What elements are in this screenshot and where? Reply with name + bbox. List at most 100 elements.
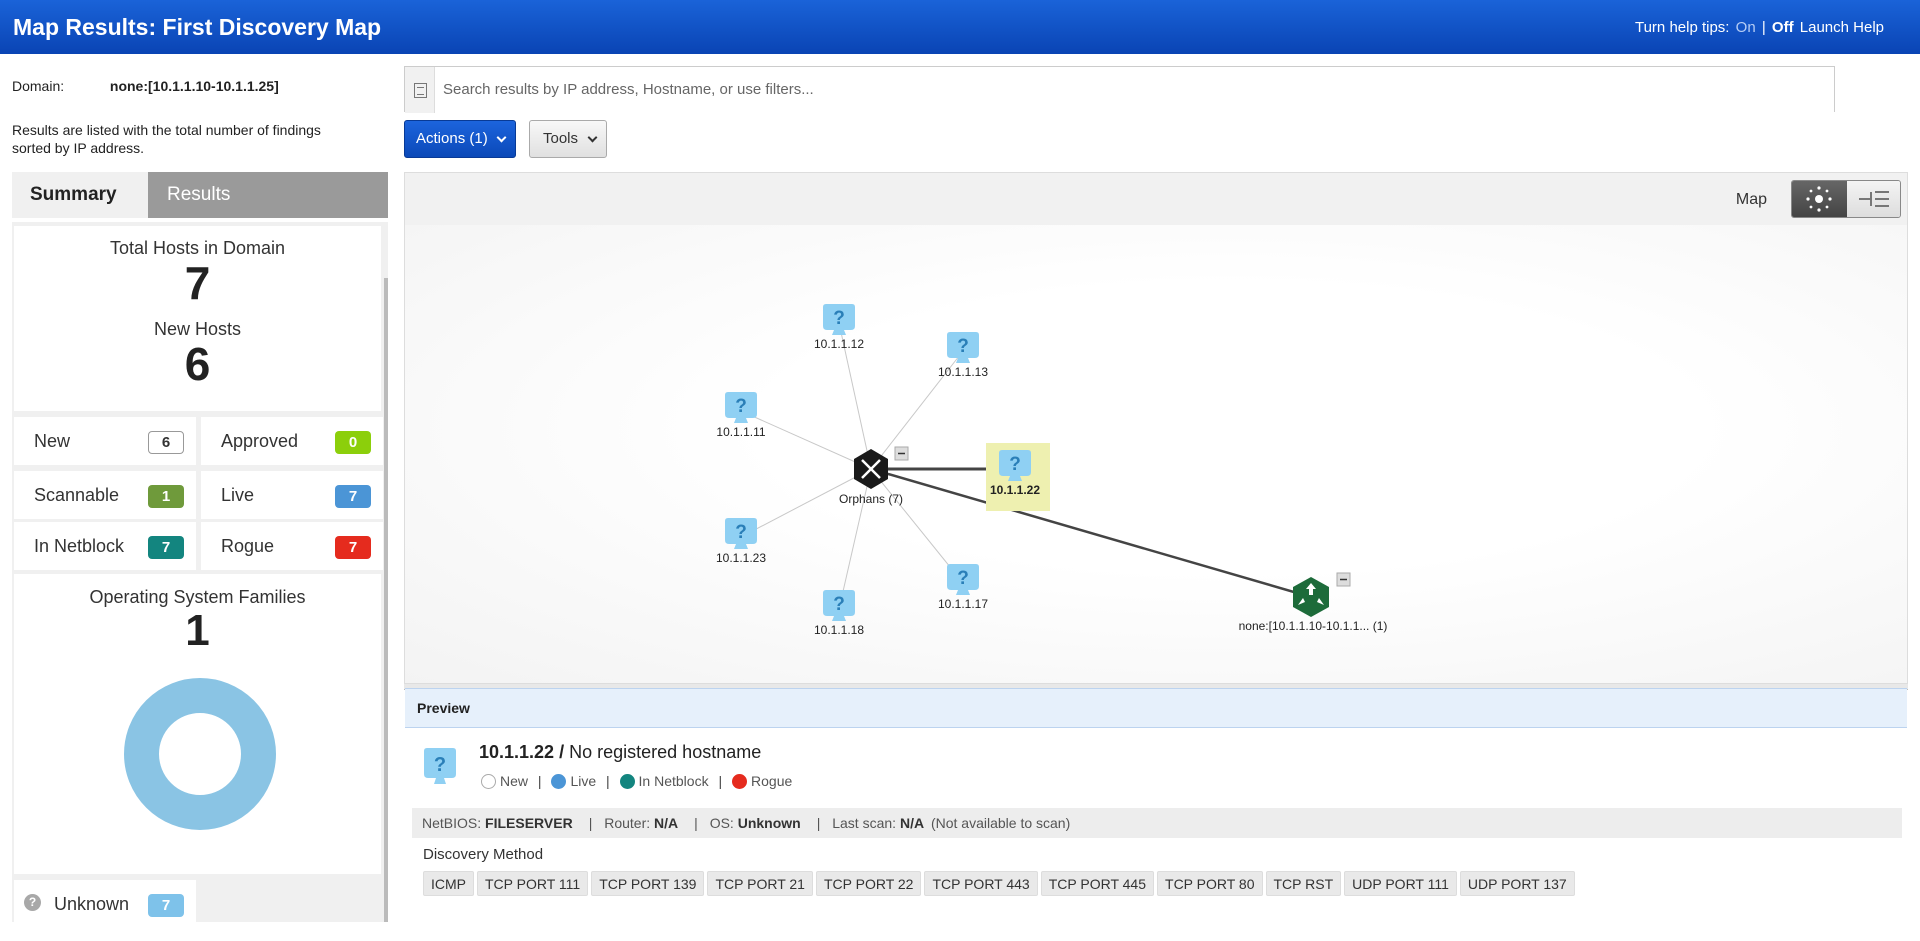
legend-new: New: [500, 773, 529, 789]
map-canvas[interactable]: Map Orphans (7) none:[10.1.1.10-10.1.1..…: [404, 172, 1908, 684]
tab-summary[interactable]: Summary: [12, 172, 148, 218]
hub-label: Orphans (7): [839, 492, 903, 506]
host-node-label: 10.1.1.11: [716, 425, 765, 439]
actions-button[interactable]: Actions (1): [404, 120, 516, 158]
collapse-domain-button[interactable]: [1336, 572, 1351, 587]
chevron-down-icon: [496, 132, 507, 143]
discovery-method-list: ICMP TCP PORT 111 TCP PORT 139 TCP PORT 21 T…: [423, 871, 1578, 896]
netbios-label: NetBIOS:: [422, 815, 482, 831]
netblock-status-dot: [619, 774, 635, 789]
domain-label: Domain:: [12, 78, 65, 94]
stat-approved[interactable]: Approved 0: [201, 417, 383, 465]
stat-live[interactable]: Live 7: [201, 471, 383, 519]
router-label: Router:: [604, 815, 651, 831]
discovery-method-chip: TCP RST: [1265, 871, 1342, 896]
left-panel: Domain: none:[10.1.1.10-10.1.1.25] Resul…: [0, 54, 400, 941]
launch-help-link[interactable]: Launch Help: [1800, 19, 1884, 36]
host-node-label: 10.1.1.18: [814, 623, 864, 637]
discovery-method-label: Discovery Method: [423, 846, 544, 863]
app-header: Map Results: First Discovery Map Turn he…: [0, 0, 1920, 54]
host-node[interactable]: ? 10.1.1.18: [814, 590, 864, 637]
last-scan-note: (Not available to scan): [930, 815, 1071, 831]
chevron-down-icon: [587, 132, 598, 143]
host-node-label: 10.1.1.22: [990, 483, 1040, 497]
os-value: Unknown: [737, 815, 801, 831]
filter-list-icon[interactable]: [405, 67, 435, 113]
question-mark-glyph: ?: [833, 308, 845, 329]
new-hosts-label: New Hosts: [153, 319, 242, 339]
legend-live: Live: [570, 773, 597, 789]
help-tips-label: Turn help tips:: [1634, 19, 1730, 36]
host-node-label: 10.1.1.12: [814, 337, 864, 351]
results-description: Results are listed with the total number…: [12, 122, 321, 156]
preview-title: 10.1.1.22 / No registered hostname: [479, 742, 761, 763]
question-mark-glyph: ?: [735, 522, 747, 543]
new-hosts-count: 6: [184, 338, 211, 390]
os-unknown-badge: 7: [148, 894, 184, 917]
collapse-hub-button[interactable]: [894, 446, 909, 461]
os-donut-chart[interactable]: [124, 678, 276, 830]
help-tips-separator: |: [1761, 19, 1766, 36]
os-unknown-label: Unknown: [54, 894, 130, 914]
preview-panel: ? 10.1.1.22 / No registered hostname New…: [405, 728, 1907, 928]
router-value: N/A: [654, 815, 679, 831]
stat-label: Approved: [221, 431, 299, 451]
discovery-method-chip: TCP PORT 80: [1157, 871, 1263, 896]
tab-results[interactable]: Results: [148, 172, 388, 218]
stat-new[interactable]: New 6: [14, 417, 196, 465]
total-hosts-label: Total Hosts in Domain: [109, 238, 286, 258]
host-node[interactable]: ? 10.1.1.23: [716, 518, 766, 565]
stat-badge: 6: [148, 431, 184, 454]
host-node[interactable]: ? 10.1.1.12: [814, 304, 864, 351]
stat-badge: 0: [335, 431, 371, 454]
help-tips-on-link[interactable]: On: [1736, 19, 1756, 36]
tools-label: Tools: [543, 130, 579, 147]
help-tips-off-link[interactable]: Off: [1772, 19, 1794, 36]
domain-row: Domain: none:[10.1.1.10-10.1.1.25]: [12, 78, 279, 94]
tools-button[interactable]: Tools: [529, 120, 607, 158]
last-scan-label: Last scan:: [832, 815, 897, 831]
discovery-method-chip: TCP PORT 445: [1040, 871, 1155, 896]
svg-text:?: ?: [434, 754, 446, 776]
os-label: OS:: [709, 815, 734, 831]
legend-in-netblock: In Netblock: [638, 773, 709, 789]
stat-badge: 7: [148, 536, 184, 559]
discovery-method-chip: TCP PORT 22: [815, 871, 922, 896]
question-icon: ?: [24, 894, 41, 911]
status-legend: New | Live | In Netblock | Rogue: [481, 773, 792, 789]
question-mark-glyph: ?: [957, 336, 969, 357]
rogue-status-dot: [732, 774, 748, 789]
domain-node-label: none:[10.1.1.10-10.1.1... (1): [1239, 619, 1388, 633]
stat-in-netblock[interactable]: In Netblock 7: [14, 522, 196, 570]
stat-rogue[interactable]: Rogue 7: [201, 522, 383, 570]
question-mark-glyph: ?: [1009, 454, 1021, 475]
host-node[interactable]: ? 10.1.1.11: [716, 392, 766, 439]
question-mark-glyph: ?: [833, 594, 845, 615]
search-input[interactable]: [443, 77, 1803, 101]
stat-label: Scannable: [34, 485, 120, 505]
total-hosts-count: 7: [184, 257, 211, 309]
stat-badge: 1: [148, 485, 184, 508]
summary-scrollbar[interactable]: [384, 278, 388, 922]
orphans-hub-node[interactable]: Orphans (7): [839, 449, 903, 506]
os-unknown-item[interactable]: ? Unknown 7: [14, 880, 196, 928]
legend-rogue: Rogue: [751, 773, 793, 789]
totals-box: Total Hosts in Domain 7 New Hosts 6: [14, 226, 381, 411]
host-node[interactable]: ? 10.1.1.17: [938, 564, 988, 611]
domain-node[interactable]: none:[10.1.1.10-10.1.1... (1): [1239, 577, 1388, 633]
stat-label: Rogue: [221, 536, 275, 556]
actions-label: Actions (1): [416, 130, 488, 147]
page-title: Map Results: First Discovery Map: [13, 14, 382, 40]
discovery-method-chip: TCP PORT 139: [591, 871, 705, 896]
summary-tabs: Summary Results: [12, 172, 388, 218]
discovery-method-chip: TCP PORT 21: [707, 871, 813, 896]
stat-label: Live: [221, 485, 255, 505]
stat-scannable[interactable]: Scannable 1: [14, 471, 196, 519]
host-node-label: 10.1.1.23: [716, 551, 766, 565]
live-status-dot: [551, 774, 567, 789]
stat-badge: 7: [335, 536, 371, 559]
search-bar: [404, 66, 1835, 113]
host-metadata: NetBIOS: FILESERVER | Router: N/A | OS: Un…: [412, 808, 1902, 838]
host-node[interactable]: ? 10.1.1.13: [938, 332, 988, 379]
question-mark-glyph: ?: [735, 396, 747, 417]
